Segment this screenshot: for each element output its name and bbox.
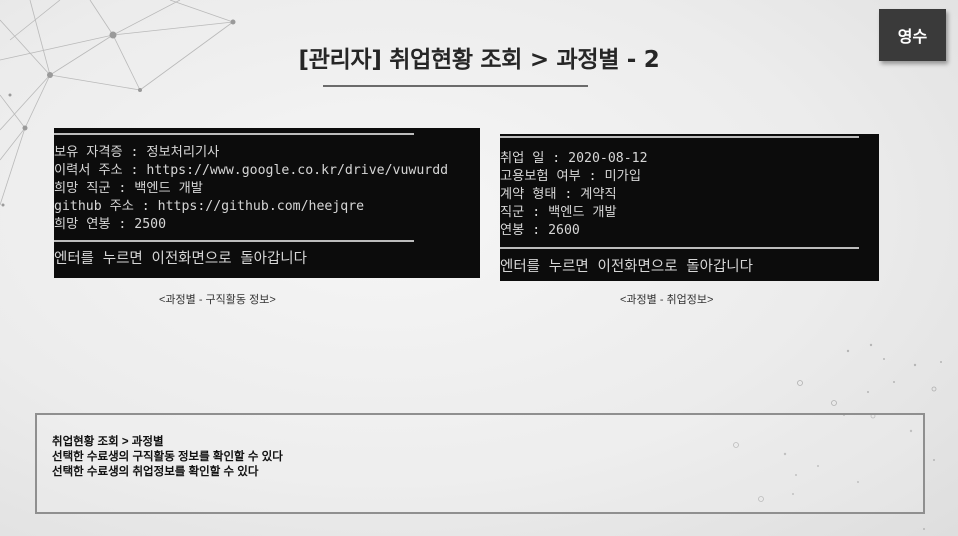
console-line: 희망 연봉 : 2500 [54,217,167,232]
console-separator [54,133,414,135]
console-line: 계약 형태 : 계약직 [500,187,617,202]
console-prompt: 엔터를 누르면 이전화면으로 돌아갑니다 [500,259,753,275]
console-line: 직군 : 백엔드 개발 [500,205,617,220]
description-box: 취업현황 조회 > 과정별 선택한 수료생의 구직활동 정보를 확인할 수 있다… [35,413,925,514]
description-line: 취업현황 조회 > 과정별 [52,436,164,448]
console-line: 희망 직군 : 백엔드 개발 [54,181,203,196]
title-underline [323,85,588,87]
console-separator [500,247,859,249]
console-line: 보유 자격증 : 정보처리기사 [54,145,220,160]
console-line: github 주소 : https://github.com/heejqre [54,199,365,214]
console-line: 고용보험 여부 : 미가입 [500,169,641,184]
console-separator [54,240,414,242]
console-line: 취업 일 : 2020-08-12 [500,151,648,166]
description-line: 선택한 수료생의 취업정보를 확인할 수 있다 [52,466,259,478]
console-line: 연봉 : 2600 [500,223,580,238]
console-prompt: 엔터를 누르면 이전화면으로 돌아갑니다 [54,251,307,267]
console-line: 이력서 주소 : https://www.google.co.kr/drive/… [54,163,449,178]
job-search-info-console: 보유 자격증 : 정보처리기사 이력서 주소 : https://www.goo… [54,128,480,278]
employment-info-caption: <과정별 - 취업정보> [620,294,714,306]
description-line: 선택한 수료생의 구직활동 정보를 확인할 수 있다 [52,451,283,463]
console-separator [500,136,859,138]
job-search-info-caption: <과정별 - 구직활동 정보> [159,294,276,306]
page-title: [관리자] 취업현황 조회 > 과정별 - 2 [298,47,660,73]
employment-info-console: 취업 일 : 2020-08-12 고용보험 여부 : 미가입 계약 형태 : … [500,134,879,281]
